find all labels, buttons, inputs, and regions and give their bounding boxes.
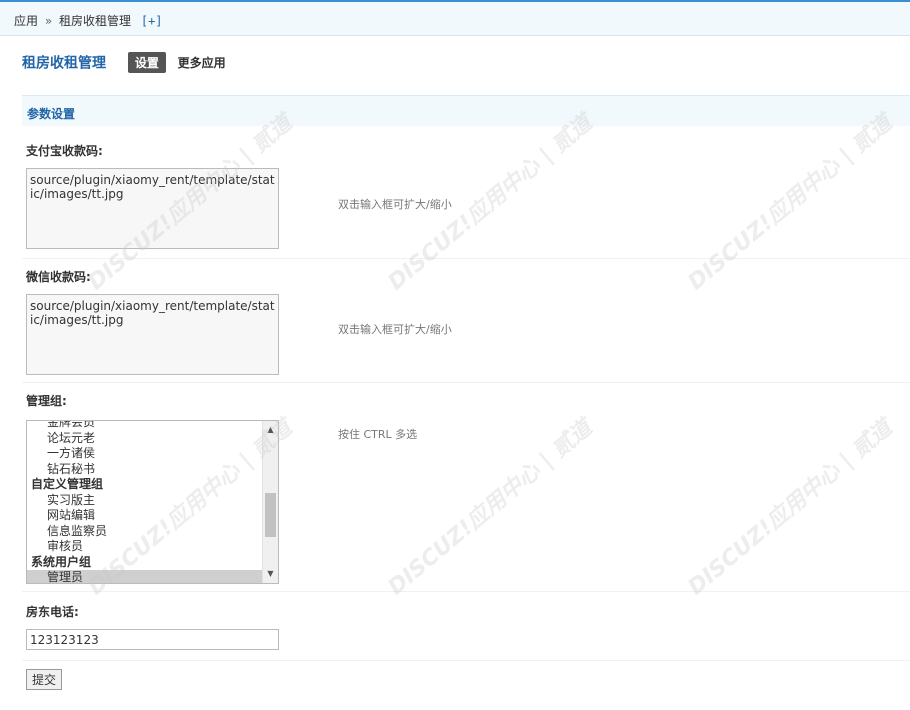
listbox-scrollbar[interactable]: ▲ ▼: [262, 421, 278, 583]
watermark: DISCUZ!应用中心 | 贰道: [683, 110, 898, 296]
alipay-code-label: 支付宝收款码:: [26, 144, 103, 158]
watermark: DISCUZ!应用中心 | 贰道: [683, 415, 898, 601]
admin-group-tip: 按住 CTRL 多选: [338, 428, 418, 441]
admin-group-label: 管理组:: [26, 394, 67, 408]
breadcrumb-separator: »: [44, 14, 53, 28]
page-title: 租房收租管理: [22, 55, 106, 72]
wechat-code-textarea[interactable]: [26, 294, 279, 375]
wechat-code-tip: 双击输入框可扩大/缩小: [338, 323, 452, 336]
listbox-option[interactable]: 审核员: [27, 539, 262, 555]
add-shortcut-link[interactable]: [+]: [141, 14, 163, 28]
section-header: 参数设置: [22, 95, 910, 126]
tab-more-apps[interactable]: 更多应用: [178, 54, 226, 71]
listbox-option[interactable]: 金牌会员: [27, 421, 262, 431]
listbox-option[interactable]: 信息监察员: [27, 524, 262, 540]
listbox-option[interactable]: 钻石秘书: [27, 462, 262, 478]
scrollbar-thumb[interactable]: [265, 493, 276, 537]
scroll-down-arrow-icon[interactable]: ▼: [263, 567, 278, 581]
landlord-phone-input[interactable]: [26, 629, 279, 650]
breadcrumb: 应用 » 租房收租管理 [+]: [14, 12, 163, 29]
row-divider: [22, 382, 910, 383]
row-divider: [22, 591, 910, 592]
wechat-code-label: 微信收款码:: [26, 270, 91, 284]
option-group-label: 系统用户组: [31, 554, 92, 569]
landlord-phone-label: 房东电话:: [26, 605, 79, 619]
listbox-option[interactable]: 一方诸侯: [27, 446, 262, 462]
breadcrumb-current: 租房收租管理: [59, 14, 132, 28]
listbox-option[interactable]: 实习版主: [27, 493, 262, 509]
alipay-code-tip: 双击输入框可扩大/缩小: [338, 198, 452, 211]
submit-button[interactable]: 提交: [26, 669, 62, 690]
listbox-option[interactable]: 管理员: [27, 570, 262, 583]
breadcrumb-root-link[interactable]: 应用: [14, 14, 38, 28]
row-divider: [22, 660, 910, 661]
page-header: 租房收租管理 设置 更多应用: [22, 52, 226, 73]
tab-settings[interactable]: 设置: [127, 52, 166, 73]
top-bar: 应用 » 租房收租管理 [+]: [0, 0, 910, 36]
admin-group-multiselect[interactable]: 金牌会员 论坛元老 一方诸侯 钻石秘书 自定义管理组实习版主 网站编辑 信息监察员 审核员 系统…: [26, 420, 279, 584]
section-title: 参数设置: [27, 107, 76, 121]
admin-group-options: 金牌会员 论坛元老 一方诸侯 钻石秘书 自定义管理组实习版主 网站编辑 信息监察员 审核员 系统…: [27, 421, 262, 583]
option-group-label: 自定义管理组: [31, 477, 104, 491]
listbox-option[interactable]: 网站编辑: [27, 508, 262, 524]
alipay-code-textarea[interactable]: [26, 168, 279, 249]
scroll-up-arrow-icon[interactable]: ▲: [263, 423, 278, 437]
row-divider: [22, 258, 910, 259]
listbox-option[interactable]: 论坛元老: [27, 431, 262, 447]
